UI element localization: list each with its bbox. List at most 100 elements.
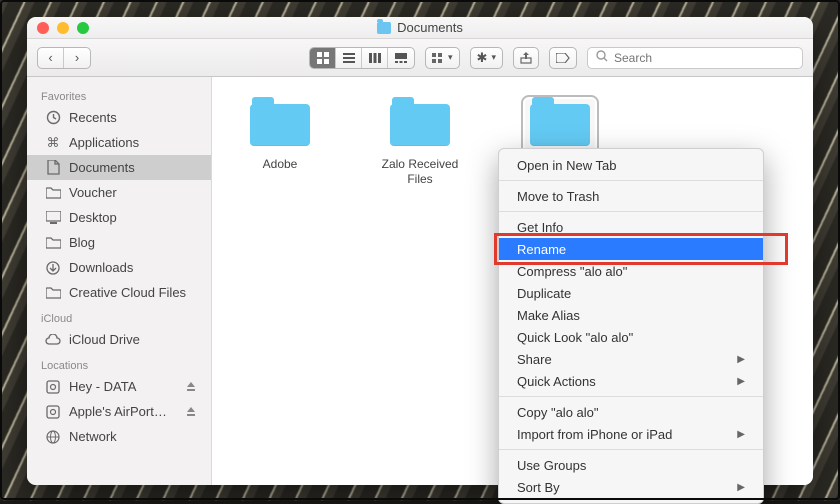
sidebar-item-label: Apple's AirPort… — [69, 404, 167, 419]
menu-item-label: Get Info — [517, 220, 563, 235]
folder-icon — [45, 286, 61, 300]
menu-item-quick-look-alo-alo[interactable]: Quick Look "alo alo" — [499, 326, 763, 348]
menu-item-label: Quick Actions — [517, 374, 596, 389]
search-input[interactable] — [614, 51, 794, 65]
disk-icon — [45, 380, 61, 394]
sidebar-item-desktop[interactable]: Desktop — [27, 205, 211, 230]
menu-item-import-from-iphone-or-ipad[interactable]: Import from iPhone or iPad ▶ — [499, 423, 763, 445]
arrange-button[interactable]: ▾ — [425, 47, 460, 69]
chevron-down-icon: ▾ — [491, 52, 496, 63]
menu-separator — [499, 211, 763, 212]
sidebar-item-recents[interactable]: Recents — [27, 105, 211, 130]
close-icon[interactable] — [37, 22, 49, 34]
menu-item-make-alias[interactable]: Make Alias — [499, 304, 763, 326]
menu-separator — [499, 396, 763, 397]
back-button[interactable]: ‹ — [38, 48, 64, 68]
menu-item-duplicate[interactable]: Duplicate — [499, 282, 763, 304]
sidebar-item-applications[interactable]: ⌘Applications — [27, 130, 211, 155]
eject-icon[interactable] — [185, 406, 197, 418]
view-mode-buttons — [309, 47, 415, 69]
disk-icon — [45, 405, 61, 419]
sidebar-item-label: Blog — [69, 235, 95, 250]
minimize-icon[interactable] — [57, 22, 69, 34]
menu-item-use-groups[interactable]: Use Groups — [499, 454, 763, 476]
menu-item-label: Rename — [517, 242, 566, 257]
forward-button[interactable]: › — [64, 48, 90, 68]
sidebar-item-documents[interactable]: Documents — [27, 155, 211, 180]
search-icon — [596, 50, 608, 65]
folder-icon — [45, 236, 61, 250]
chevron-right-icon: ▶ — [737, 354, 745, 365]
sidebar-item-voucher[interactable]: Voucher — [27, 180, 211, 205]
menu-item-share[interactable]: Share ▶ — [499, 348, 763, 370]
menu-item-copy-alo-alo[interactable]: Copy "alo alo" — [499, 401, 763, 423]
menu-item-compress-alo-alo[interactable]: Compress "alo alo" — [499, 260, 763, 282]
search-field[interactable] — [587, 47, 803, 69]
globe-icon — [45, 430, 61, 444]
sidebar[interactable]: FavoritesRecents⌘ApplicationsDocuments Vo… — [27, 77, 212, 485]
desktop-icon — [45, 211, 61, 225]
sidebar-item-label: Applications — [69, 135, 139, 150]
column-view-button[interactable] — [362, 48, 388, 68]
titlebar[interactable]: Documents — [27, 17, 813, 39]
menu-item-label: Duplicate — [517, 286, 571, 301]
sidebar-item-downloads[interactable]: Downloads — [27, 255, 211, 280]
icon-view-button[interactable] — [310, 48, 336, 68]
folder-label: Adobe — [263, 157, 298, 172]
cloud-icon — [45, 333, 61, 347]
sidebar-item-label: Voucher — [69, 185, 117, 200]
gallery-view-button[interactable] — [388, 48, 414, 68]
menu-item-rename[interactable]: Rename — [499, 238, 763, 260]
folder-adobe[interactable]: Adobe — [234, 99, 326, 172]
tags-button[interactable] — [549, 47, 577, 69]
sidebar-item-icloud-drive[interactable]: iCloud Drive — [27, 327, 211, 352]
menu-item-get-info[interactable]: Get Info — [499, 216, 763, 238]
menu-item-label: Share — [517, 352, 552, 367]
nav-buttons: ‹ › — [37, 47, 91, 69]
gear-icon: ✱ — [477, 50, 488, 66]
context-menu: Open in New Tab Move to Trash Get Info Rena… — [498, 148, 764, 504]
sidebar-item-label: iCloud Drive — [69, 332, 140, 347]
chevron-down-icon: ▾ — [448, 52, 453, 63]
sidebar-section-header: Favorites — [27, 83, 211, 105]
share-button[interactable] — [513, 47, 539, 69]
menu-item-sort-by[interactable]: Sort By▶ — [499, 476, 763, 498]
menu-item-label: Make Alias — [517, 308, 580, 323]
chevron-right-icon: ▶ — [737, 429, 745, 440]
menu-separator — [499, 449, 763, 450]
menu-item-open-in-new-tab[interactable]: Open in New Tab — [499, 154, 763, 176]
menu-item-move-to-trash[interactable]: Move to Trash — [499, 185, 763, 207]
sidebar-item-blog[interactable]: Blog — [27, 230, 211, 255]
menu-item-label: Compress "alo alo" — [517, 264, 627, 279]
download-icon — [45, 261, 61, 275]
menu-separator — [499, 180, 763, 181]
sidebar-section-header: iCloud — [27, 305, 211, 327]
sidebar-item-apple-s-airport-[interactable]: Apple's AirPort… — [27, 399, 211, 424]
eject-icon[interactable] — [185, 381, 197, 393]
chevron-right-icon: ▶ — [737, 376, 745, 387]
tag-icon — [556, 53, 570, 63]
sidebar-item-hey-data[interactable]: Hey - DATA — [27, 374, 211, 399]
zoom-icon[interactable] — [77, 22, 89, 34]
window-title: Documents — [27, 20, 813, 35]
folder-icon — [245, 99, 315, 151]
folder-icon — [525, 99, 595, 151]
sidebar-item-network[interactable]: Network — [27, 424, 211, 449]
menu-item-label: Move to Trash — [517, 189, 599, 204]
action-button[interactable]: ✱ ▾ — [470, 47, 503, 69]
sidebar-item-creative-cloud-files[interactable]: Creative Cloud Files — [27, 280, 211, 305]
menu-item-quick-actions[interactable]: Quick Actions ▶ — [499, 370, 763, 392]
sidebar-section-header: Locations — [27, 352, 211, 374]
sidebar-item-label: Downloads — [69, 260, 133, 275]
folder-zalo-received-files[interactable]: Zalo Received Files — [374, 99, 466, 187]
menu-item-label: Open in New Tab — [517, 158, 617, 173]
sidebar-item-label: Desktop — [69, 210, 117, 225]
sidebar-item-label: Network — [69, 429, 117, 444]
sidebar-item-label: Hey - DATA — [69, 379, 136, 394]
share-icon — [520, 52, 532, 64]
list-view-button[interactable] — [336, 48, 362, 68]
sidebar-item-label: Creative Cloud Files — [69, 285, 186, 300]
toolbar: ‹ › ▾ ✱ ▾ — [27, 39, 813, 77]
menu-item-label: Copy "alo alo" — [517, 405, 599, 420]
menu-item-label: Import from iPhone or iPad — [517, 427, 672, 442]
